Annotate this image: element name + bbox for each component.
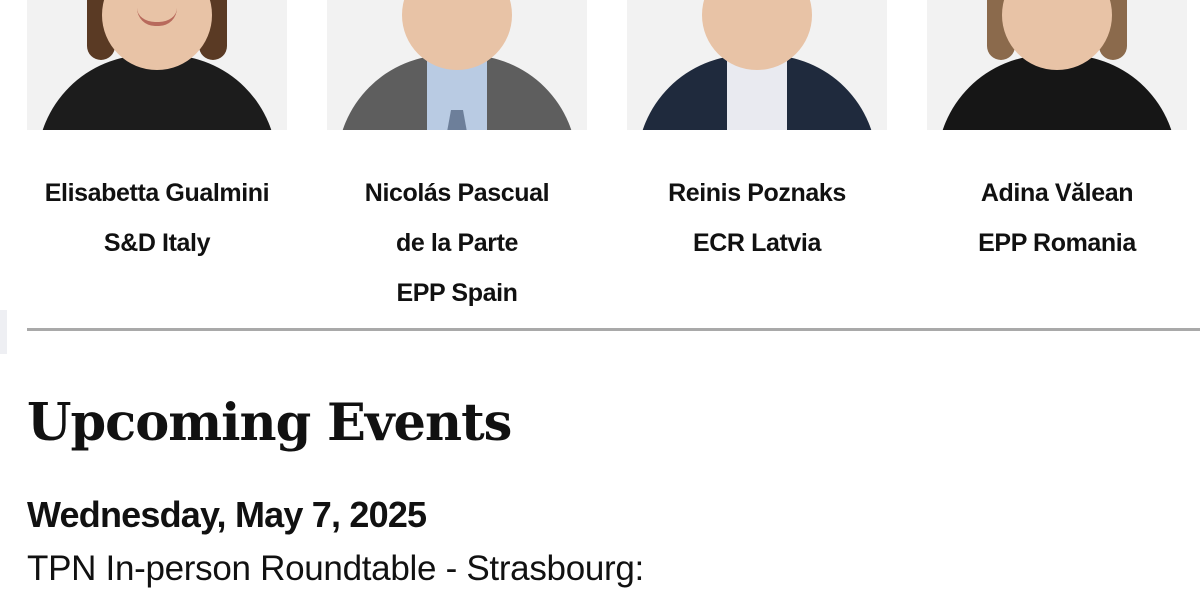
member-photo[interactable] — [27, 0, 287, 130]
section-divider — [27, 328, 1200, 331]
event-date: Wednesday, May 7, 2025 — [27, 494, 427, 535]
member-group-country: EPP Romania — [978, 229, 1136, 257]
member-photo[interactable] — [327, 0, 587, 130]
member-name-block: Nicolás Pascual de la Parte EPP Spain — [327, 168, 587, 318]
member-photo[interactable] — [927, 0, 1187, 130]
member-name-continued[interactable]: de la Parte — [327, 218, 587, 268]
members-grid: Elisabetta Gualmini S&D Italy Nicolás Pa… — [27, 0, 1200, 310]
member-card[interactable]: Adina Vălean EPP Romania — [927, 0, 1187, 268]
member-group-country: ECR Latvia — [693, 229, 821, 257]
member-group-country: EPP Spain — [396, 279, 518, 307]
member-name-block: Elisabetta Gualmini S&D Italy — [27, 168, 287, 268]
member-name[interactable]: Elisabetta Gualmini — [27, 168, 287, 218]
member-name[interactable]: Reinis Poznaks — [627, 168, 887, 218]
member-name[interactable]: Adina Vălean — [927, 168, 1187, 218]
member-card[interactable]: Nicolás Pascual de la Parte EPP Spain — [327, 0, 587, 318]
member-photo[interactable] — [627, 0, 887, 130]
member-card[interactable]: Elisabetta Gualmini S&D Italy — [27, 0, 287, 268]
member-name-block: Reinis Poznaks ECR Latvia — [627, 168, 887, 268]
member-group-country: S&D Italy — [103, 229, 211, 257]
member-name-block: Adina Vălean EPP Romania — [927, 168, 1187, 268]
member-name[interactable]: Nicolás Pascual — [327, 168, 587, 218]
left-edge-marker — [0, 310, 7, 354]
upcoming-events-heading: Upcoming Events — [27, 393, 512, 453]
member-card[interactable]: Reinis Poznaks ECR Latvia — [627, 0, 887, 268]
event-title-link[interactable]: TPN In-person Roundtable - Strasbourg: — [27, 546, 644, 592]
